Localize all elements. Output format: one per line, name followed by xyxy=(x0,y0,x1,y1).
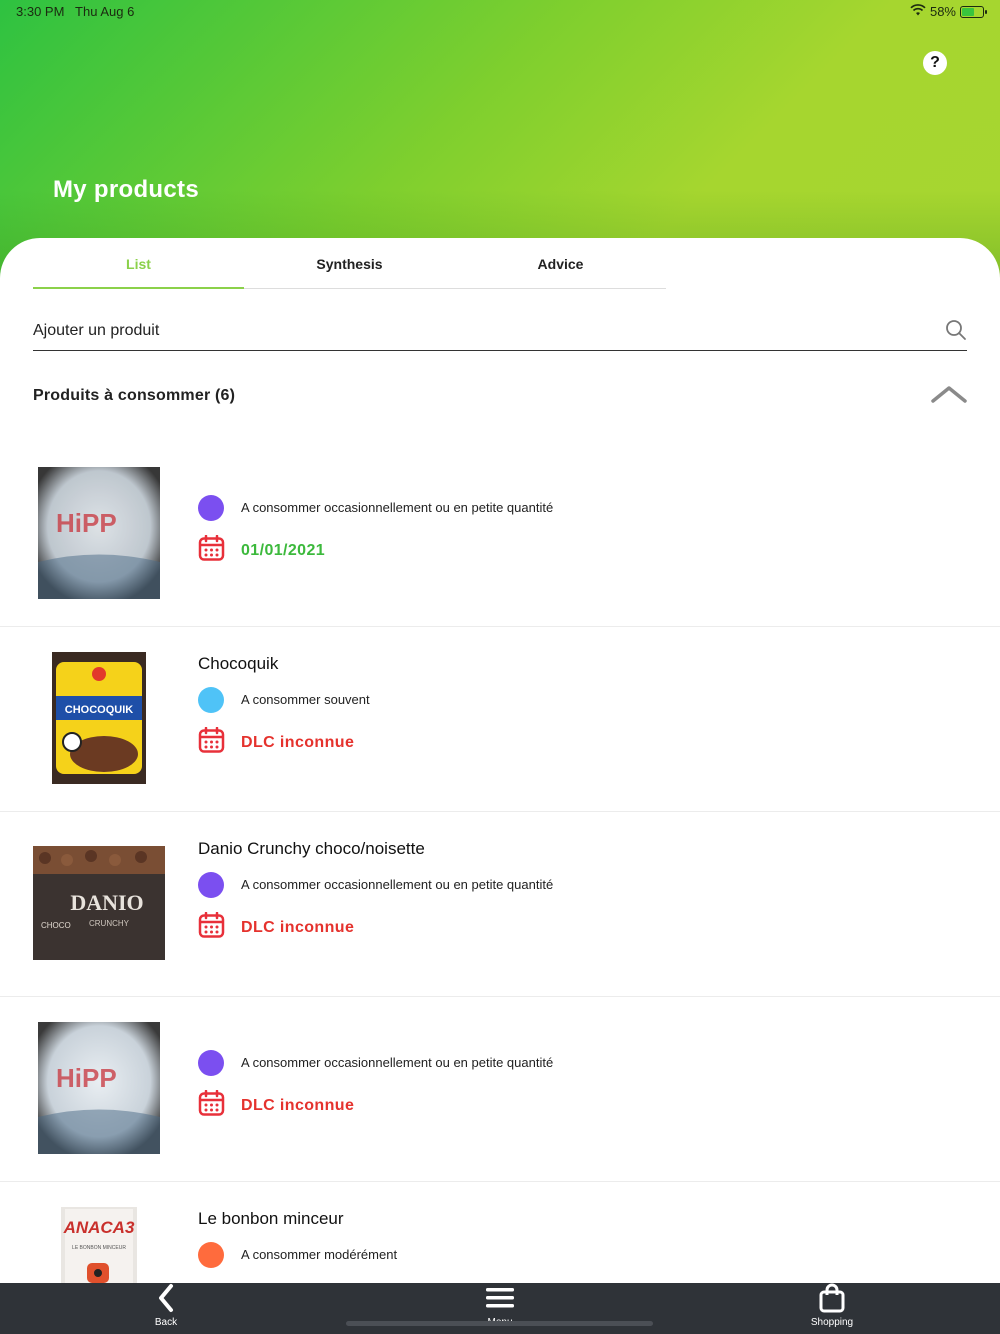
product-row[interactable]: HiPP A consommer occasionnellement ou en… xyxy=(0,442,1000,627)
category-dot xyxy=(198,872,224,898)
svg-text:ANACA3: ANACA3 xyxy=(63,1218,135,1237)
page-title: My products xyxy=(53,176,199,203)
svg-text:LE BONBON MINCEUR: LE BONBON MINCEUR xyxy=(72,1245,126,1251)
product-row[interactable]: ANACA3 LE BONBON MINCEUR Le bonbon mince… xyxy=(0,1182,1000,1284)
calendar-icon xyxy=(198,1089,225,1117)
product-category: A consommer occasionnellement ou en peti… xyxy=(241,500,554,515)
product-date: DLC inconnue xyxy=(241,734,355,751)
tab-synthesis[interactable]: Synthesis xyxy=(244,238,455,288)
tab-bar: List Synthesis Advice xyxy=(33,238,666,289)
product-name: Danio Crunchy choco/noisette xyxy=(198,839,425,858)
product-date: DLC inconnue xyxy=(241,1097,355,1114)
chevron-left-icon xyxy=(156,1284,176,1316)
bottom-nav: Back Menu Shopping xyxy=(0,1283,1000,1334)
back-label: Back xyxy=(154,1317,178,1328)
shopping-button[interactable]: Shopping xyxy=(800,1283,864,1328)
status-right: 58% xyxy=(910,4,987,19)
svg-text:DANIO: DANIO xyxy=(70,890,143,915)
home-indicator xyxy=(346,1321,653,1326)
product-category: A consommer souvent xyxy=(241,692,370,707)
product-name: Le bonbon minceur xyxy=(198,1209,344,1228)
product-category: A consommer occasionnellement ou en peti… xyxy=(241,1055,554,1070)
shopping-bag-icon xyxy=(819,1283,845,1316)
product-row[interactable]: DANIO CRUNCHY CHOCO Danio Crunchy choco/… xyxy=(0,812,1000,997)
battery-icon xyxy=(960,5,987,18)
battery-percent: 58% xyxy=(929,4,956,19)
svg-text:HiPP: HiPP xyxy=(56,1063,117,1093)
product-row[interactable]: HiPP A consommer occasionnellement ou en… xyxy=(0,997,1000,1182)
section-title: Produits à consommer (6) xyxy=(33,387,236,404)
category-dot xyxy=(198,1050,224,1076)
category-dot xyxy=(198,687,224,713)
product-date: DLC inconnue xyxy=(241,919,355,936)
svg-text:CHOCOQUIK: CHOCOQUIK xyxy=(65,704,134,716)
product-image: HiPP xyxy=(33,467,165,599)
product-image: ANACA3 LE BONBON MINCEUR xyxy=(33,1207,165,1284)
product-image: CHOCOQUIK xyxy=(33,652,165,784)
product-image: DANIO CRUNCHY CHOCO xyxy=(33,837,165,969)
product-category: A consommer modérément xyxy=(241,1247,398,1262)
add-product-search[interactable]: Ajouter un produit xyxy=(33,316,967,351)
svg-text:CRUNCHY: CRUNCHY xyxy=(89,919,130,928)
svg-text:CHOCO: CHOCO xyxy=(41,921,71,930)
back-button[interactable]: Back xyxy=(136,1283,196,1328)
status-bar: 3:30 PM Thu Aug 6 58% xyxy=(16,4,987,22)
status-time: 3:30 PM Thu Aug 6 xyxy=(16,4,135,19)
help-button[interactable]: ? xyxy=(923,51,947,75)
calendar-icon xyxy=(198,726,225,754)
product-name: Chocoquik xyxy=(198,654,279,673)
tab-advice[interactable]: Advice xyxy=(455,238,666,288)
product-row[interactable]: CHOCOQUIK Chocoquik A consommer souvent … xyxy=(0,627,1000,812)
calendar-icon xyxy=(198,911,225,939)
category-dot xyxy=(198,495,224,521)
product-image: HiPP xyxy=(33,1022,165,1154)
search-input[interactable]: Ajouter un produit xyxy=(33,322,159,340)
product-category: A consommer occasionnellement ou en peti… xyxy=(241,877,554,892)
tab-list[interactable]: List xyxy=(33,238,244,289)
calendar-icon xyxy=(198,534,225,562)
product-date: 01/01/2021 xyxy=(241,542,326,559)
category-dot xyxy=(198,1242,224,1268)
section-header[interactable]: Produits à consommer (6) xyxy=(33,383,967,413)
svg-text:HiPP: HiPP xyxy=(56,508,117,538)
wifi-icon xyxy=(910,4,926,19)
chevron-up-icon[interactable] xyxy=(931,383,967,410)
search-icon[interactable] xyxy=(945,319,967,346)
shopping-label: Shopping xyxy=(810,1317,854,1328)
hamburger-icon xyxy=(485,1288,515,1316)
content-card: List Synthesis Advice Ajouter un produit… xyxy=(0,238,1000,1284)
